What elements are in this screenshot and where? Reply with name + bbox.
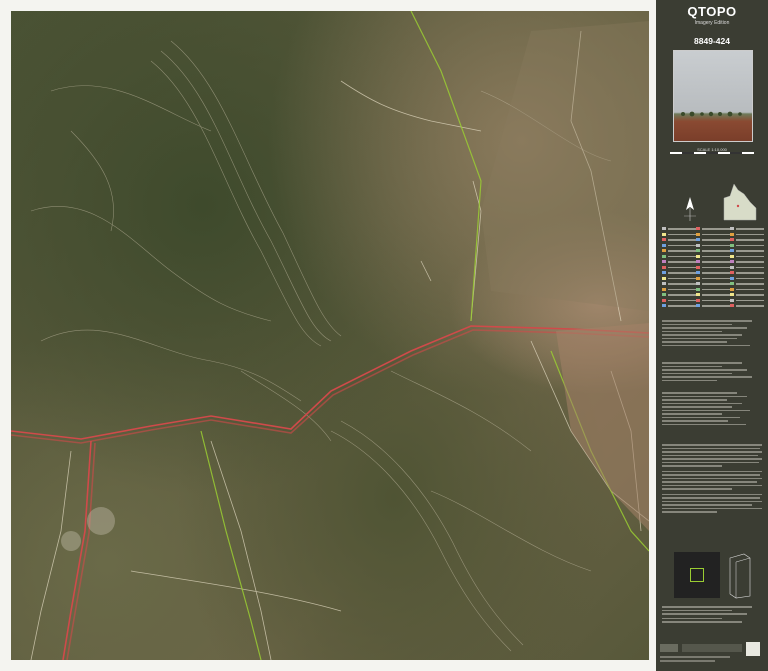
north-arrow-icon — [684, 197, 696, 221]
sheet-number: 8849-424 — [694, 36, 730, 46]
main-road — [11, 325, 649, 660]
tree-silhouette — [681, 111, 742, 117]
legend-block-3 — [662, 362, 762, 383]
cleared-area-north — [481, 21, 649, 311]
queensland-locator-icon — [723, 183, 757, 221]
legend-block-4 — [662, 392, 762, 427]
map-overlay — [11, 11, 649, 660]
map-edition: Imagery Edition — [694, 20, 730, 26]
cleared-area — [556, 323, 649, 531]
disclaimer-text — [662, 444, 762, 515]
map-frame — [0, 0, 656, 671]
bare-patch — [61, 531, 81, 551]
adjoining-sheets-index — [674, 552, 720, 598]
legend-column-2 — [696, 226, 730, 309]
cover-photo — [673, 50, 753, 142]
legend-column-3 — [730, 226, 764, 309]
map-imagery[interactable] — [11, 11, 649, 660]
bare-patch — [87, 507, 115, 535]
sheet-fold-diagram — [729, 553, 751, 599]
footer-text — [662, 606, 762, 625]
agency-logos — [660, 642, 760, 662]
map-title: QTOPO — [687, 4, 737, 19]
map-sidebar: QTOPO Imagery Edition 8849-424 SCALE 1:1… — [656, 0, 768, 671]
legend-block-2 — [662, 320, 762, 348]
legend-column-1 — [662, 226, 696, 309]
scale-bar — [670, 152, 754, 154]
